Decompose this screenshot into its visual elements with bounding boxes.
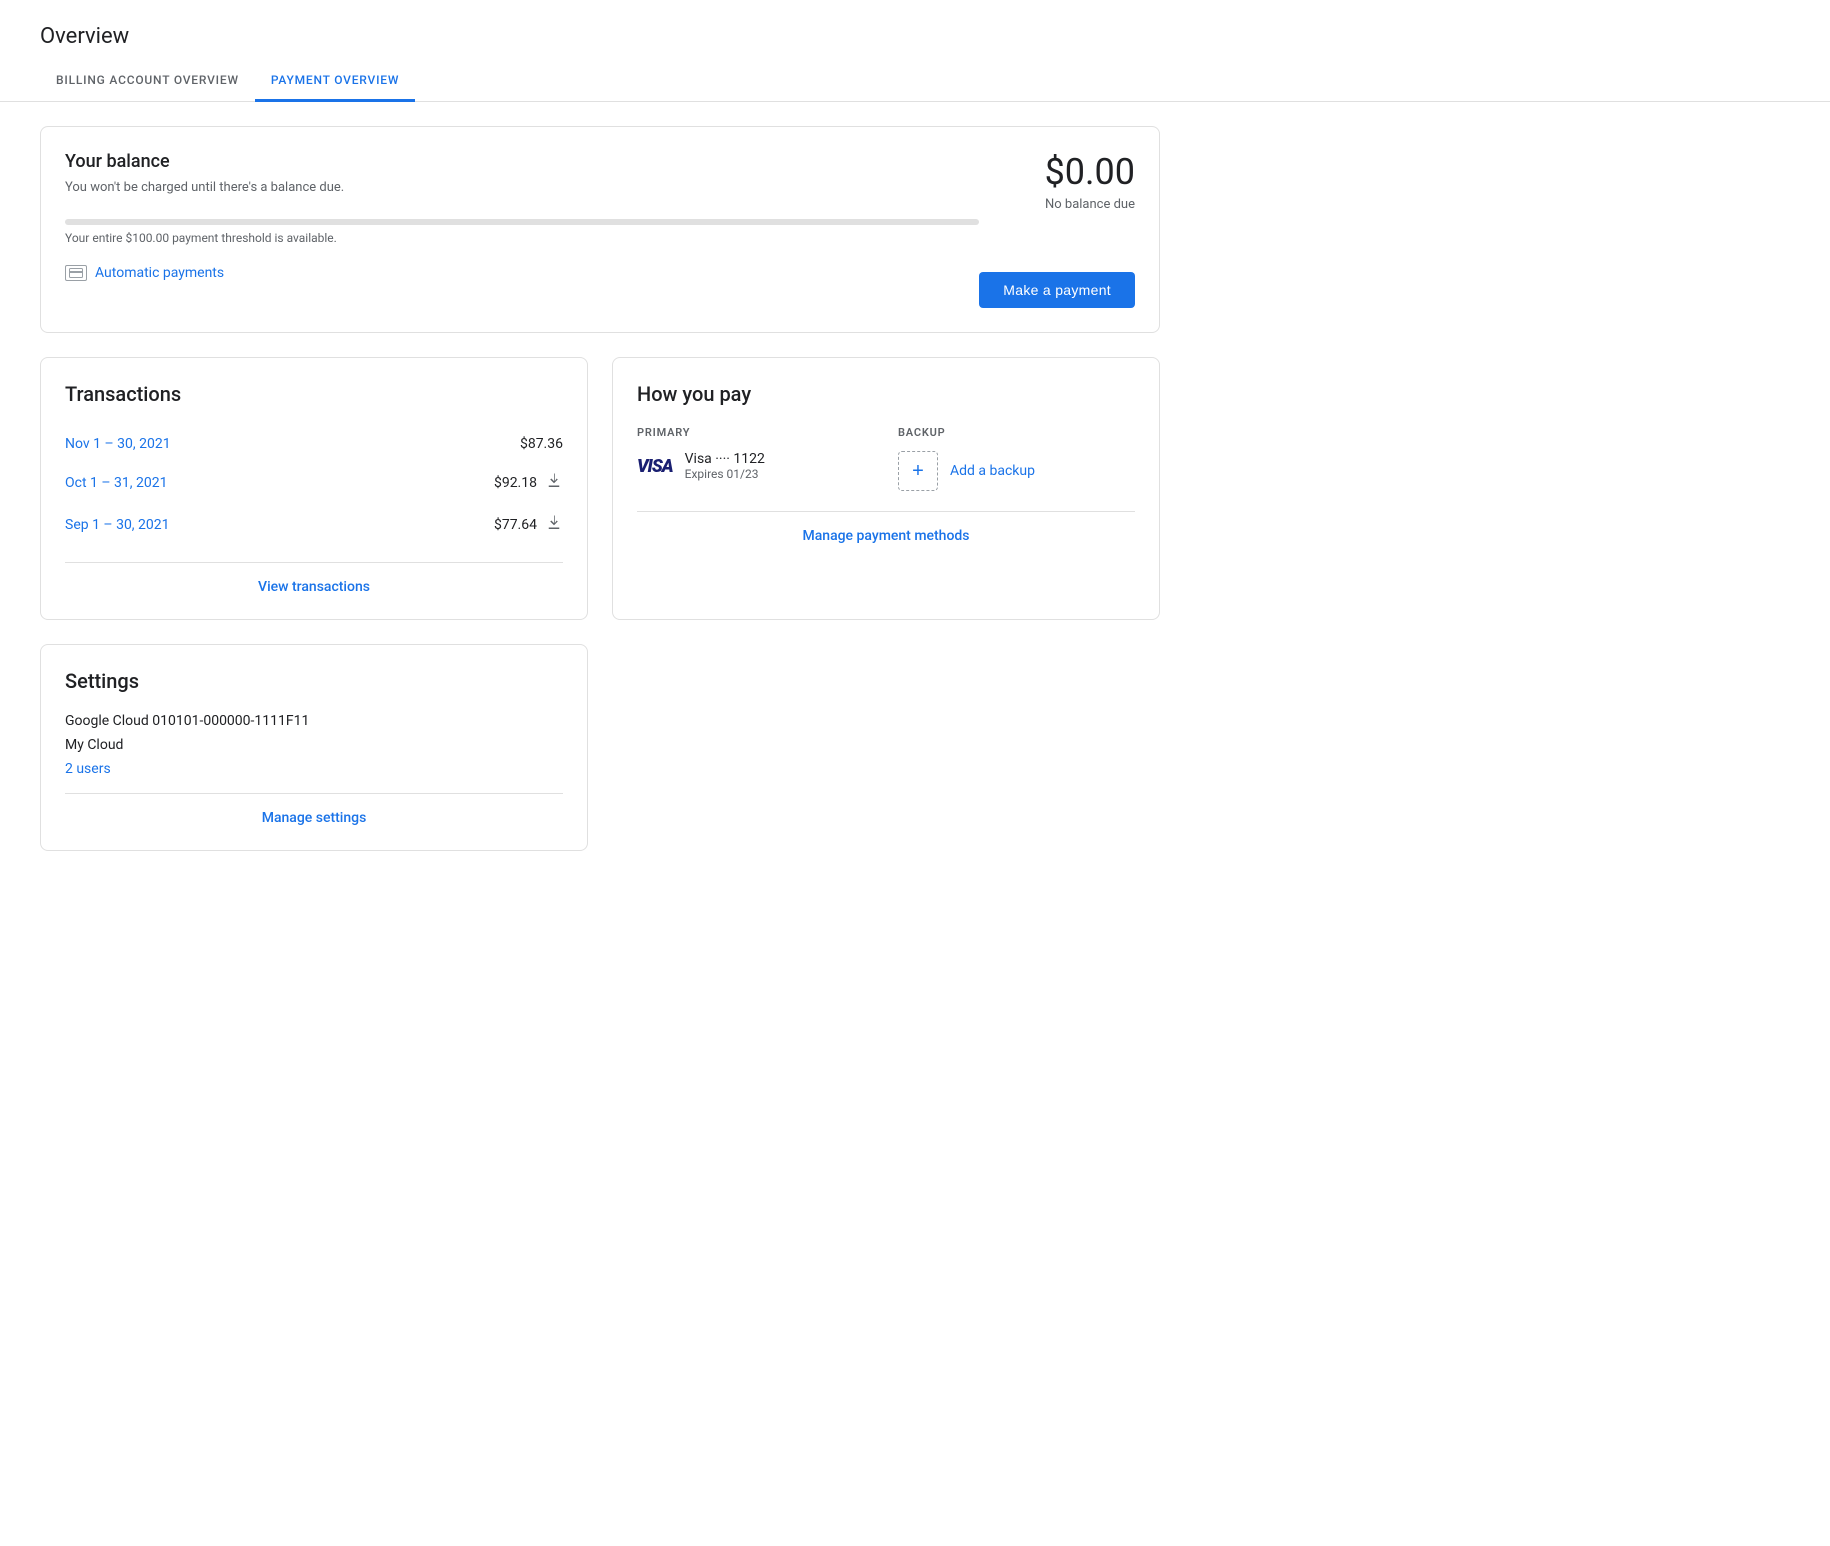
plus-icon: + — [912, 460, 924, 483]
account-id: Google Cloud 010101-000000-1111F11 — [65, 713, 563, 729]
transaction-link-sep[interactable]: Sep 1 – 30, 2021 — [65, 517, 170, 533]
primary-section: PRIMARY VISA Visa ···· 1122 Expires 01/2… — [637, 426, 874, 491]
auto-payments-label: Automatic payments — [95, 265, 224, 281]
main-content: Your balance You won't be charged until … — [0, 102, 1200, 875]
balance-right: $0.00 No balance due Make a payment — [979, 151, 1135, 308]
download-icon-sep[interactable] — [545, 514, 563, 536]
auto-payments-link[interactable]: Automatic payments — [65, 265, 224, 281]
add-backup-button[interactable]: + — [898, 451, 938, 491]
add-backup-row: + Add a backup — [898, 451, 1135, 491]
table-row: Nov 1 – 30, 2021 $87.36 — [65, 426, 563, 462]
progress-bar-track — [65, 219, 979, 225]
view-transactions-link[interactable]: View transactions — [258, 579, 370, 595]
table-row: Sep 1 – 30, 2021 $77.64 — [65, 504, 563, 546]
balance-subtitle: You won't be charged until there's a bal… — [65, 180, 979, 195]
manage-payment-methods-link[interactable]: Manage payment methods — [802, 528, 969, 544]
page-title: Overview — [0, 0, 1830, 61]
card-icon — [65, 265, 87, 281]
transaction-amount-oct: $92.18 — [494, 472, 563, 494]
balance-card: Your balance You won't be charged until … — [40, 126, 1160, 333]
table-row: Oct 1 – 31, 2021 $92.18 — [65, 462, 563, 504]
account-name: My Cloud — [65, 737, 563, 753]
tabs-bar: BILLING ACCOUNT OVERVIEW PAYMENT OVERVIE… — [0, 61, 1830, 102]
backup-label: BACKUP — [898, 426, 1135, 439]
backup-section: BACKUP + Add a backup — [898, 426, 1135, 491]
progress-bar-container: Your entire $100.00 payment threshold is… — [65, 219, 979, 245]
balance-status: No balance due — [979, 197, 1135, 212]
add-backup-label[interactable]: Add a backup — [950, 463, 1035, 479]
manage-settings-link[interactable]: Manage settings — [262, 810, 367, 826]
card-expiry: Expires 01/23 — [685, 467, 765, 481]
transaction-link-oct[interactable]: Oct 1 – 31, 2021 — [65, 475, 167, 491]
transactions-title: Transactions — [65, 382, 563, 406]
threshold-text: Your entire $100.00 payment threshold is… — [65, 231, 979, 245]
transactions-card: Transactions Nov 1 – 30, 2021 $87.36 Oct… — [40, 357, 588, 620]
card-info: Visa ···· 1122 Expires 01/23 — [685, 451, 765, 481]
auto-payments-row: Automatic payments — [65, 265, 979, 281]
two-col-row: Transactions Nov 1 – 30, 2021 $87.36 Oct… — [40, 357, 1160, 620]
how-you-pay-card: How you pay PRIMARY VISA Visa ···· 1122 … — [612, 357, 1160, 620]
card-name: Visa ···· 1122 — [685, 451, 765, 467]
how-you-pay-footer: Manage payment methods — [637, 511, 1135, 544]
payment-methods-section: PRIMARY VISA Visa ···· 1122 Expires 01/2… — [637, 426, 1135, 491]
tab-payment-overview[interactable]: PAYMENT OVERVIEW — [255, 61, 415, 102]
transaction-amount-nov: $87.36 — [520, 436, 563, 452]
balance-amount: $0.00 — [979, 151, 1135, 193]
visa-card-row: VISA Visa ···· 1122 Expires 01/23 — [637, 451, 874, 481]
make-payment-button[interactable]: Make a payment — [979, 272, 1135, 308]
transaction-link-nov[interactable]: Nov 1 – 30, 2021 — [65, 436, 171, 452]
users-link[interactable]: 2 users — [65, 761, 111, 777]
amount-nov: $87.36 — [520, 436, 563, 452]
settings-title: Settings — [65, 669, 563, 693]
how-you-pay-title: How you pay — [637, 382, 1135, 406]
primary-label: PRIMARY — [637, 426, 874, 439]
transaction-amount-sep: $77.64 — [494, 514, 563, 536]
transactions-footer: View transactions — [65, 562, 563, 595]
settings-card: Settings Google Cloud 010101-000000-1111… — [40, 644, 588, 851]
download-icon-oct[interactable] — [545, 472, 563, 494]
amount-oct: $92.18 — [494, 475, 537, 491]
visa-logo: VISA — [637, 456, 673, 477]
settings-footer: Manage settings — [65, 793, 563, 826]
tab-billing-account-overview[interactable]: BILLING ACCOUNT OVERVIEW — [40, 61, 255, 102]
balance-left: Your balance You won't be charged until … — [65, 151, 979, 281]
balance-title: Your balance — [65, 151, 979, 172]
amount-sep: $77.64 — [494, 517, 537, 533]
